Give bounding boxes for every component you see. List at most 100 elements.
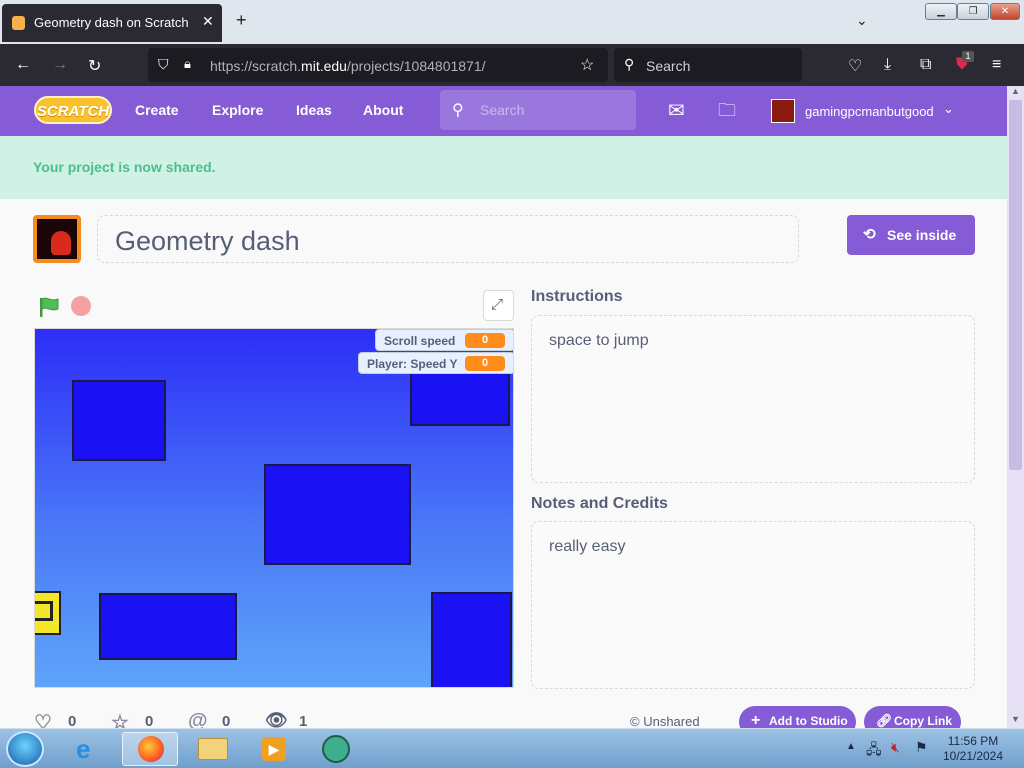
notes-heading: Notes and Credits [531, 495, 668, 512]
remix-arrows-icon: ⟲ [863, 226, 876, 243]
instructions-text: space to jump [549, 332, 649, 349]
reload-icon[interactable]: ↻ [88, 56, 101, 76]
browser-search-bar[interactable]: ⚲ Search [614, 48, 802, 82]
see-inside-label: See inside [887, 227, 957, 243]
monitor-value: 0 [465, 356, 505, 371]
lock-icon[interactable]: 🔒︎ [184, 56, 191, 72]
nav-about[interactable]: About [363, 102, 403, 118]
search-icon: ⚲ [624, 56, 635, 72]
notes-text: really easy [549, 538, 626, 555]
share-banner: Your project is now shared. [0, 136, 1007, 199]
clock-date: 10/21/2024 [942, 749, 1004, 763]
variable-monitor[interactable]: Player: Speed Y 0 [358, 352, 513, 374]
search-placeholder: Search [646, 58, 691, 74]
menu-hamburger-icon[interactable]: ≡ [992, 56, 1001, 74]
username[interactable]: gamingpcmanbutgood [805, 104, 934, 119]
notes-field[interactable]: really easy [531, 521, 975, 689]
my-stuff-folder-icon[interactable]: 🗀 [718, 98, 736, 128]
restore-window-button[interactable]: ❐ [957, 3, 989, 20]
url-text: https://scratch.mit.edu/projects/1084801… [210, 58, 486, 74]
forward-arrow-icon[interactable]: → [52, 56, 68, 74]
media-player-icon[interactable]: ▶ [246, 732, 302, 766]
clock-time: 11:56 PM [947, 734, 999, 748]
page-scrollbar[interactable]: ▲ ▼ [1007, 86, 1024, 728]
browser-tab-bar: Geometry dash on Scratch ✕ + ⌄ ▁ ❐ ✕ [0, 0, 1024, 44]
back-arrow-icon[interactable]: ← [15, 56, 31, 74]
close-window-button[interactable]: ✕ [990, 3, 1020, 20]
tab-title: Geometry dash on Scratch [34, 15, 189, 30]
url-bar[interactable]: ⛉ 🔒︎ https://scratch.mit.edu/projects/10… [148, 48, 608, 82]
monitor-label: Player: Speed Y [367, 357, 458, 371]
stage-block [72, 380, 166, 461]
show-hidden-icons-icon[interactable]: ▲ [846, 741, 856, 752]
green-flag-icon[interactable] [38, 296, 60, 318]
volume-muted-icon[interactable]: 🔇︎ [891, 739, 900, 756]
fullscreen-button[interactable]: ⤢ [483, 290, 514, 321]
file-explorer-icon[interactable] [186, 732, 242, 766]
eye-icon: 👁︎ [265, 710, 288, 730]
fullscreen-icon: ⤢ [491, 296, 504, 313]
scrollbar-thumb[interactable] [1009, 100, 1022, 470]
app-taskbar-icon[interactable] [308, 732, 364, 766]
instructions-field[interactable]: space to jump [531, 315, 975, 483]
minimize-window-button[interactable]: ▁ [925, 3, 957, 20]
stop-sign-icon[interactable] [71, 296, 91, 316]
user-avatar[interactable] [771, 99, 795, 123]
folder-icon [198, 738, 228, 760]
chevron-down-icon[interactable]: ⌄ [856, 12, 868, 29]
scroll-up-arrow-icon[interactable]: ▲ [1011, 86, 1020, 96]
see-inside-button[interactable]: ⟲ See inside [847, 215, 975, 255]
project-title: Geometry dash [115, 226, 300, 256]
extensions-icon[interactable]: ⧉ [920, 56, 931, 74]
link-icon: 🔗︎ [876, 713, 893, 728]
search-icon: ⚲ [452, 102, 464, 119]
downloads-icon[interactable]: ⤓ [884, 56, 891, 74]
monitor-label: Scroll speed [384, 334, 456, 348]
nav-ideas[interactable]: Ideas [296, 102, 332, 118]
add-to-studio-label: Add to Studio [769, 714, 848, 728]
scratch-favicon-icon [12, 16, 25, 30]
scroll-down-arrow-icon[interactable]: ▼ [1011, 714, 1020, 724]
windows-start-button[interactable] [6, 731, 44, 767]
thumbnail-image [37, 219, 77, 259]
sharing-status: © Unshared [630, 714, 700, 729]
new-tab-icon[interactable]: + [236, 10, 247, 31]
bookmark-star-icon[interactable]: ☆ [580, 55, 594, 75]
project-stage[interactable]: Scroll speed 0 Player: Speed Y 0 [34, 328, 514, 688]
firefox-icon [138, 736, 164, 762]
firefox-taskbar-button[interactable] [122, 732, 178, 766]
variable-monitor[interactable]: Scroll speed 0 [375, 329, 513, 351]
app-circle-icon [322, 735, 350, 763]
nav-create[interactable]: Create [135, 102, 179, 118]
notification-count-badge: 1 [962, 51, 974, 62]
browser-nav-bar: ← → ↻ ⛉ 🔒︎ https://scratch.mit.edu/proje… [0, 44, 1024, 86]
play-icon: ▶ [262, 737, 286, 761]
scratch-search-input[interactable]: ⚲ Search [440, 90, 636, 130]
close-tab-icon[interactable]: ✕ [202, 13, 214, 30]
action-center-flag-icon[interactable]: ⚑ [915, 739, 928, 756]
share-banner-message: Your project is now shared. [33, 159, 216, 175]
player-cube-sprite [35, 591, 61, 635]
internet-explorer-icon[interactable]: e [62, 732, 118, 766]
nav-explore[interactable]: Explore [212, 102, 263, 118]
player-face [35, 601, 53, 621]
shield-icon[interactable]: ⛉ [158, 56, 169, 73]
scratch-search-placeholder: Search [480, 102, 525, 118]
scratch-logo[interactable]: SCRATCH [34, 96, 112, 124]
monitor-value: 0 [465, 333, 505, 348]
instructions-heading: Instructions [531, 288, 623, 305]
thumbnail-figure [51, 231, 71, 255]
windows-taskbar: e ▶ ▲ 🖧 🔇︎ ⚑ 11:56 PM 10/21/2024 [0, 728, 1024, 768]
browser-tab[interactable]: Geometry dash on Scratch ✕ [2, 4, 222, 42]
pocket-icon[interactable]: ♡ [848, 56, 862, 76]
messages-envelope-icon[interactable]: ✉ [668, 98, 685, 123]
chevron-down-icon[interactable]: ⌄ [943, 101, 954, 117]
copy-link-label: Copy Link [894, 714, 953, 728]
stage-block [99, 593, 237, 660]
network-icon[interactable]: 🖧 [866, 739, 882, 763]
taskbar-clock[interactable]: 11:56 PM 10/21/2024 [930, 734, 1016, 764]
project-thumbnail[interactable] [33, 215, 81, 263]
stage-block [264, 464, 411, 565]
ie-glyph: e [76, 734, 91, 764]
project-title-field[interactable]: Geometry dash [97, 215, 799, 263]
